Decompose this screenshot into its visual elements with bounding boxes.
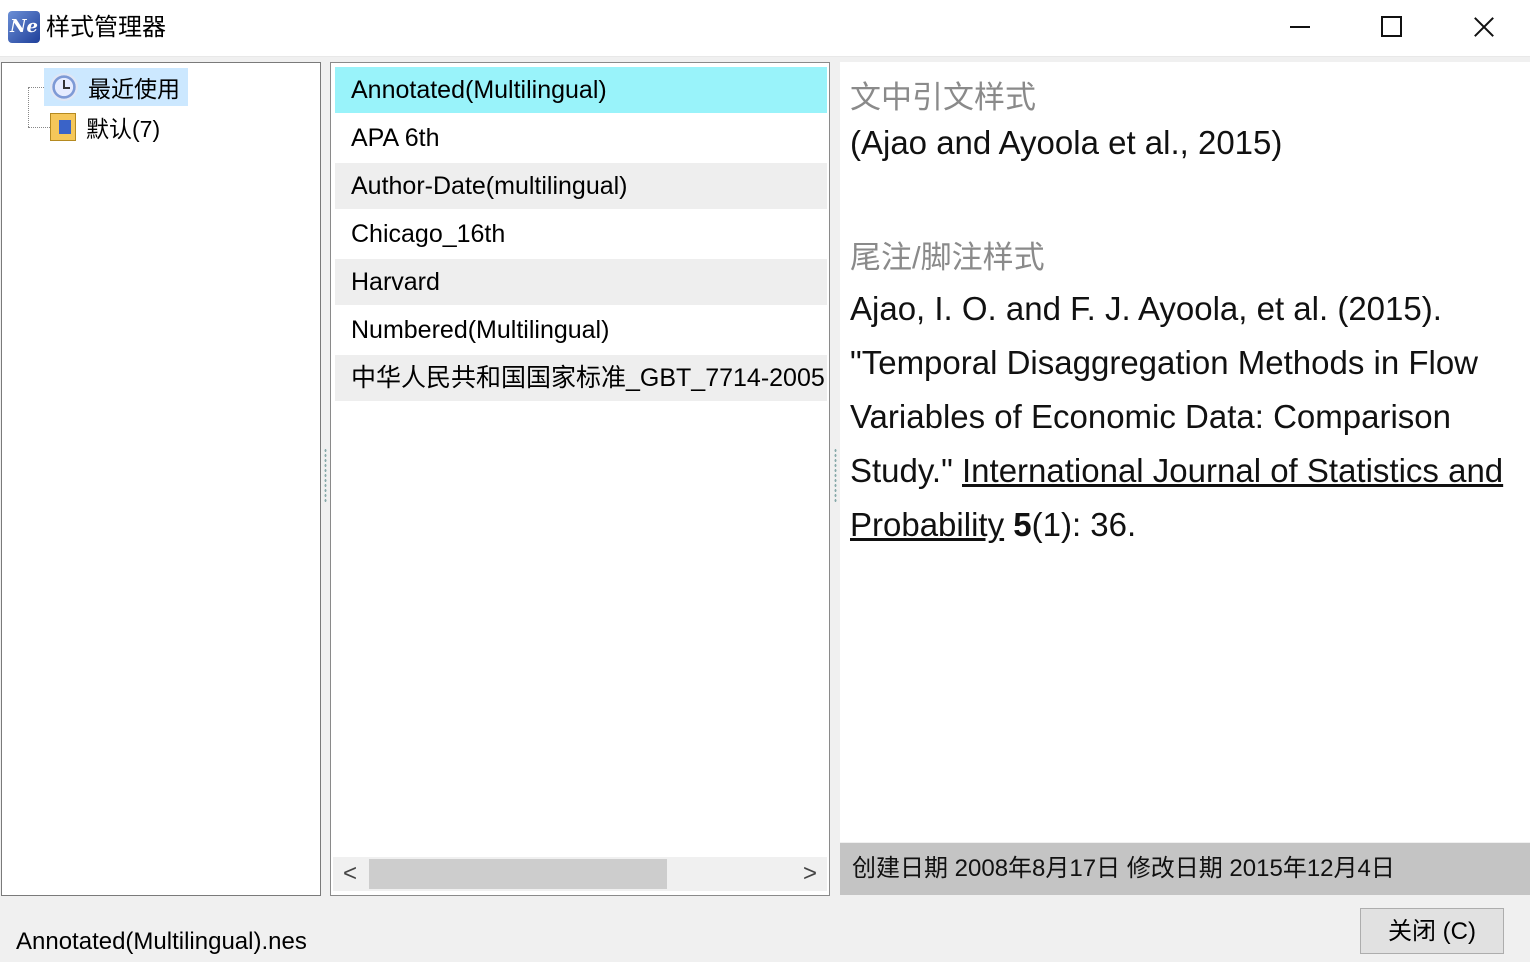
close-button[interactable]: 关闭 (C) [1360, 908, 1504, 954]
maximize-button[interactable] [1345, 0, 1437, 54]
style-list-item[interactable]: 中华人民共和国国家标准_GBT_7714-2005 [335, 355, 827, 401]
tree-item-default[interactable]: 默认(7) [44, 108, 168, 146]
scrollbar-thumb[interactable] [369, 859, 667, 889]
folder-icon [50, 113, 76, 141]
splitter-handle[interactable] [324, 448, 327, 502]
reference-preview: Ajao, I. O. and F. J. Ayoola, et al. (20… [850, 282, 1525, 552]
note-style-label: 尾注/脚注样式 [850, 240, 1045, 275]
scroll-right-icon[interactable]: > [793, 857, 827, 891]
style-list-item[interactable]: Harvard [335, 259, 827, 305]
tree-connector [28, 87, 29, 127]
reference-issue-pages: (1): 36. [1031, 506, 1137, 543]
clock-icon [50, 73, 78, 101]
style-preview: 文中引文样式 (Ajao and Ayoola et al., 2015) 尾注… [840, 62, 1530, 842]
style-list: Annotated(Multilingual) APA 6th Author-D… [330, 62, 830, 896]
window-title: 样式管理器 [46, 14, 166, 41]
citation-preview: (Ajao and Ayoola et al., 2015) [850, 124, 1283, 161]
style-list-item[interactable]: Numbered(Multilingual) [335, 307, 827, 353]
category-tree: 最近使用 默认(7) [1, 62, 321, 896]
app-logo-icon: Ne [8, 11, 40, 43]
close-window-button[interactable] [1437, 0, 1529, 54]
style-list-item[interactable]: APA 6th [335, 115, 827, 161]
splitter-handle[interactable] [834, 448, 837, 502]
tree-item-label: 最近使用 [88, 76, 180, 102]
title-bar: Ne 样式管理器 [0, 0, 1530, 57]
tree-item-recent[interactable]: 最近使用 [44, 68, 188, 106]
volume-number: 5 [1013, 506, 1032, 543]
date-info-bar: 创建日期 2008年8月17日 修改日期 2015年12月4日 [840, 843, 1530, 895]
style-file-name: Annotated(Multilingual).nes [16, 928, 307, 955]
style-list-item[interactable]: Author-Date(multilingual) [335, 163, 827, 209]
style-list-item[interactable]: Annotated(Multilingual) [335, 67, 827, 113]
citation-style-label: 文中引文样式 [850, 80, 1036, 115]
scroll-left-icon[interactable]: < [333, 857, 367, 891]
horizontal-scrollbar[interactable]: < > [333, 857, 827, 891]
minimize-button[interactable] [1254, 0, 1346, 54]
tree-item-label: 默认(7) [86, 116, 161, 142]
style-list-item[interactable]: Chicago_16th [335, 211, 827, 257]
